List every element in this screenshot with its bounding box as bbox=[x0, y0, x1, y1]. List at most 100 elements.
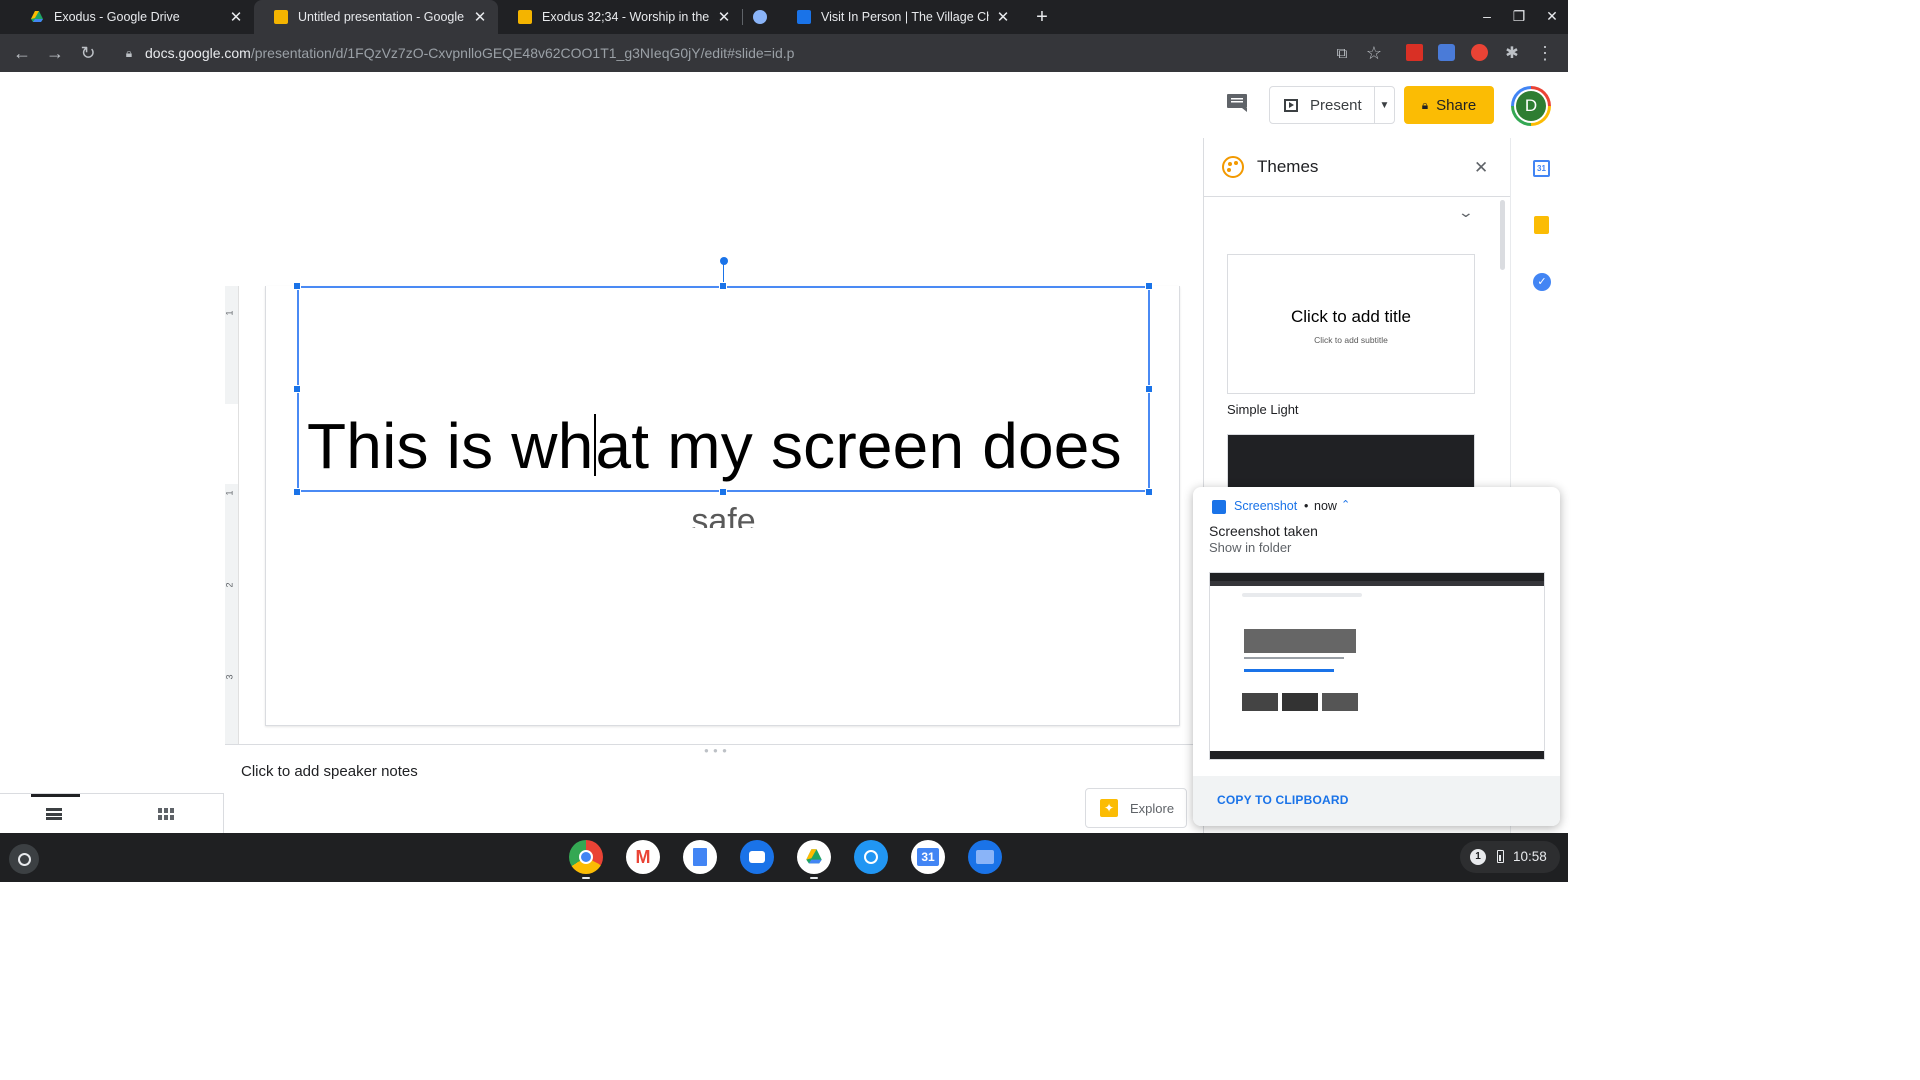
tasks-icon[interactable]: ✓ bbox=[1533, 273, 1551, 291]
screenshot-app-icon bbox=[1212, 500, 1226, 514]
explore-button[interactable]: ✦ Explore bbox=[1085, 788, 1187, 828]
resize-handle-se[interactable] bbox=[1145, 488, 1153, 496]
title-textbox[interactable]: This is what my screen does bbox=[297, 286, 1150, 492]
new-tab-button[interactable]: + bbox=[1030, 5, 1054, 29]
active-view-indicator bbox=[31, 794, 80, 797]
screenshot-notification[interactable]: Screenshot • now ⌃ Screenshot taken Show… bbox=[1193, 487, 1560, 826]
theme-preview-simple-dark[interactable] bbox=[1227, 434, 1475, 494]
resize-handle-e[interactable] bbox=[1145, 385, 1153, 393]
close-themes-icon[interactable]: ✕ bbox=[1474, 158, 1488, 178]
resize-handle-ne[interactable] bbox=[1145, 282, 1153, 290]
ruler-label: 3 bbox=[224, 674, 235, 680]
resize-handle-nw[interactable] bbox=[293, 282, 301, 290]
chrome-icon[interactable] bbox=[569, 840, 603, 874]
running-indicator bbox=[810, 877, 818, 879]
notification-subtitle[interactable]: Show in folder bbox=[1209, 540, 1291, 555]
avatar-letter: D bbox=[1516, 91, 1546, 121]
account-avatar[interactable]: D bbox=[1511, 86, 1551, 126]
theme-preview-simple-light[interactable]: Click to add title Click to add subtitle bbox=[1227, 254, 1475, 394]
os-shelf: M 31 1 10:58 bbox=[0, 833, 1568, 882]
notification-time: now bbox=[1314, 499, 1337, 513]
chevron-down-icon[interactable]: ⌄ bbox=[1458, 204, 1474, 221]
subtitle-placeholder[interactable]: safe bbox=[266, 496, 1181, 528]
readaloud-extension-icon[interactable] bbox=[1438, 44, 1455, 61]
present-icon bbox=[1284, 98, 1298, 112]
notification-app-name: Screenshot bbox=[1234, 499, 1298, 513]
present-dropdown-button[interactable]: ▼ bbox=[1374, 86, 1395, 124]
drag-handle-icon[interactable]: ● ● ● bbox=[704, 746, 728, 755]
clock-time: 10:58 bbox=[1513, 849, 1547, 864]
docs-icon[interactable] bbox=[683, 840, 717, 874]
resize-handle-w[interactable] bbox=[293, 385, 301, 393]
vertical-ruler: 1 1 2 3 bbox=[225, 286, 239, 744]
browser-tab-slides[interactable]: Untitled presentation - Google Sli ✕ bbox=[254, 0, 498, 34]
slides-icon bbox=[274, 10, 288, 24]
minimize-icon[interactable]: – bbox=[1478, 8, 1496, 26]
lock-icon: 🔒︎ bbox=[125, 45, 133, 60]
reload-icon[interactable]: ↻ bbox=[75, 34, 101, 72]
ruler-label: 2 bbox=[224, 582, 235, 588]
extensions-puzzle-icon[interactable]: ✱ bbox=[1499, 34, 1525, 72]
calendar-icon[interactable]: 31 bbox=[1533, 160, 1550, 177]
tab-title: Untitled presentation - Google Sli bbox=[298, 10, 466, 24]
tab-title: Exodus - Google Drive bbox=[54, 10, 180, 24]
rotate-handle[interactable] bbox=[720, 257, 728, 265]
village-church-icon bbox=[797, 10, 811, 24]
view-toggle-bar bbox=[0, 793, 224, 833]
close-tab-icon[interactable]: ✕ bbox=[472, 8, 488, 26]
title-text[interactable]: This is what my screen does bbox=[307, 408, 1122, 484]
notes-divider[interactable] bbox=[225, 744, 1203, 745]
restore-icon[interactable]: ❐ bbox=[1510, 8, 1528, 26]
close-window-icon[interactable]: ✕ bbox=[1543, 8, 1561, 26]
open-in-new-icon[interactable]: ⧉ bbox=[1329, 34, 1355, 72]
files-icon[interactable] bbox=[968, 840, 1002, 874]
resize-handle-n[interactable] bbox=[719, 282, 727, 290]
ruler-label: 1 bbox=[224, 310, 235, 316]
battery-icon bbox=[1497, 850, 1504, 863]
resize-handle-sw[interactable] bbox=[293, 488, 301, 496]
close-tab-icon[interactable]: ✕ bbox=[995, 8, 1011, 26]
caret-down-icon: ▼ bbox=[1379, 99, 1390, 111]
resize-handle-s[interactable] bbox=[719, 488, 727, 496]
tab-title: Exodus 32;34 - Worship in the wi bbox=[542, 10, 710, 24]
themes-title: Themes bbox=[1257, 157, 1319, 176]
chevron-up-icon[interactable]: ⌃ bbox=[1341, 498, 1350, 511]
calendar-icon[interactable]: 31 bbox=[911, 840, 945, 874]
theme-preview-title: Click to add title bbox=[1291, 307, 1411, 326]
running-indicator bbox=[582, 877, 590, 879]
adblock-extension-icon[interactable] bbox=[1471, 44, 1488, 61]
close-tab-icon[interactable]: ✕ bbox=[228, 8, 244, 26]
browser-tab-village[interactable]: Visit In Person | The Village Chur ✕ bbox=[777, 0, 1021, 34]
drive-icon[interactable] bbox=[797, 840, 831, 874]
share-button[interactable]: 🔒︎ Share bbox=[1404, 86, 1494, 124]
forward-icon[interactable]: → bbox=[42, 34, 68, 72]
copy-to-clipboard-button[interactable]: COPY TO CLIPBOARD bbox=[1217, 793, 1349, 807]
browser-tab-exodus[interactable]: Exodus 32;34 - Worship in the wi ✕ bbox=[498, 0, 742, 34]
notification-actions: COPY TO CLIPBOARD bbox=[1193, 776, 1560, 826]
gmail-icon[interactable]: M bbox=[626, 840, 660, 874]
screenshot-thumbnail[interactable] bbox=[1209, 572, 1545, 760]
grid-view-icon[interactable] bbox=[158, 808, 174, 820]
messages-icon[interactable] bbox=[740, 840, 774, 874]
speaker-notes-placeholder[interactable]: Click to add speaker notes bbox=[241, 763, 418, 780]
bookmark-star-icon[interactable]: ☆ bbox=[1361, 34, 1387, 72]
close-tab-icon[interactable]: ✕ bbox=[716, 8, 732, 26]
browser-tab-strip: Exodus - Google Drive ✕ Untitled present… bbox=[0, 0, 1568, 34]
present-button[interactable]: Present bbox=[1269, 86, 1375, 124]
status-tray[interactable]: 1 10:58 bbox=[1460, 841, 1560, 873]
filmstrip-view-icon[interactable] bbox=[46, 808, 62, 820]
comments-icon[interactable] bbox=[1225, 93, 1249, 113]
keep-icon[interactable] bbox=[1534, 216, 1549, 234]
pdf-extension-icon[interactable] bbox=[1406, 44, 1423, 61]
browser-tab-drive[interactable]: Exodus - Google Drive ✕ bbox=[10, 0, 254, 34]
themes-divider bbox=[1204, 196, 1510, 197]
explore-icon: ✦ bbox=[1100, 799, 1118, 817]
ruler-white-segment bbox=[225, 404, 238, 484]
back-icon[interactable]: ← bbox=[9, 34, 35, 72]
menu-kebab-icon[interactable]: ⋮ bbox=[1532, 34, 1558, 72]
address-bar[interactable]: docs.google.com/presentation/d/1FQzVz7zO… bbox=[145, 34, 794, 72]
classroom-icon[interactable] bbox=[854, 840, 888, 874]
launcher-button[interactable] bbox=[9, 844, 39, 874]
browser-tab-loading[interactable] bbox=[743, 0, 777, 34]
panel-scrollbar[interactable] bbox=[1500, 200, 1505, 270]
